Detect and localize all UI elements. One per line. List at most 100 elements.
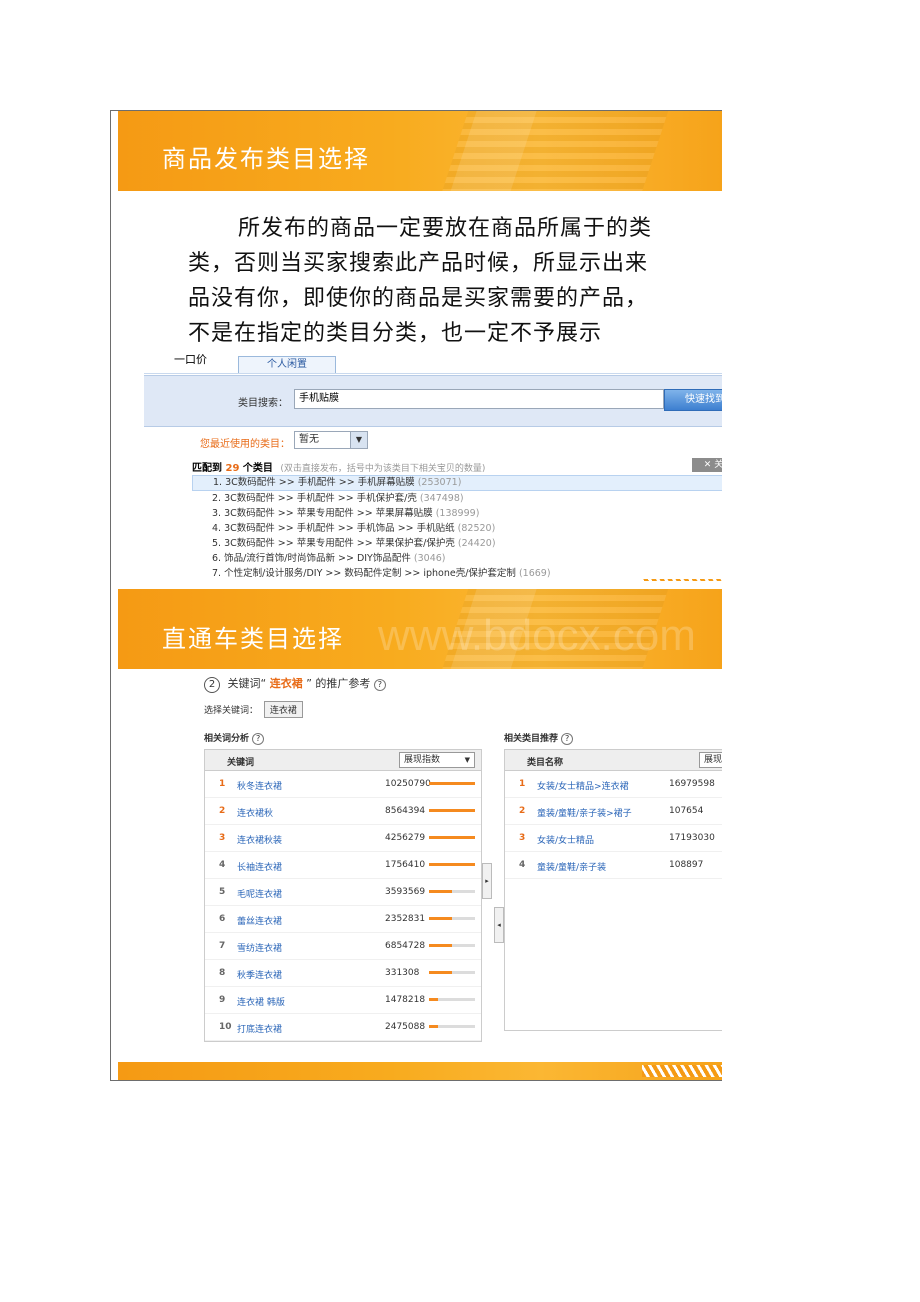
column-category: 类目名称 — [527, 758, 564, 768]
close-label: 关闭 — [714, 460, 722, 470]
category-link[interactable]: 女装/女士精品 — [537, 833, 594, 846]
category-row[interactable]: 6. 饰品/流行首饰/时尚饰品新 >> DIY饰品配件 (3046) — [192, 551, 722, 566]
tab-fixed-price[interactable]: 一口价 — [174, 351, 207, 367]
help-icon[interactable]: ? — [252, 733, 265, 745]
category-value: 107654 — [669, 806, 704, 816]
slide1-paragraph: 所发布的商品一定要放在商品所属于的类 类，否则当买家搜索此产品时候，所显示出来 … — [188, 211, 722, 351]
keyword-suffix: ” 的推广参考 — [306, 677, 371, 690]
close-button[interactable]: ✕ 关闭 — [692, 458, 722, 472]
keyword-link[interactable]: 秋季连衣裙 — [237, 968, 282, 981]
keyword-link[interactable]: 打底连衣裙 — [237, 1022, 282, 1035]
keyword-chip[interactable]: 连衣裙 — [263, 701, 303, 718]
index-bar-fill — [429, 917, 452, 920]
keyword-link[interactable]: 毛呢连衣裙 — [237, 887, 282, 900]
keyword-value: 1478218 — [385, 995, 426, 1005]
table-row[interactable]: 4 童装/童鞋/亲子装 108897 — [505, 852, 722, 879]
table-row[interactable]: 2 童装/童鞋/亲子装>裙子 107654 — [505, 798, 722, 825]
table-row[interactable]: 7 雪纺连衣裙 6854728 — [205, 933, 481, 960]
keyword-link[interactable]: 长袖连衣裙 — [237, 860, 282, 873]
recent-category-label: 您最近使用的类目： — [200, 439, 290, 450]
choose-label: 选择关键词： — [204, 706, 259, 716]
category-row[interactable]: 4. 3C数码配件 >> 手机配件 >> 手机饰品 >> 手机贴纸 (82520… — [192, 521, 722, 536]
category-picker-screenshot: 一口价 个人闲置 类目搜索： 手机贴膜 快速找到 您最近使用的类目： 暂无 ▼ … — [144, 347, 722, 579]
table-header: 类目名称 展现 — [505, 750, 722, 771]
index-bar — [429, 971, 475, 974]
category-search-bar: 类目搜索： 手机贴膜 快速找到 — [144, 375, 722, 427]
table-row[interactable]: 10 打底连衣裙 2475088 — [205, 1014, 481, 1041]
related-category-label: 相关类目推荐 — [504, 734, 559, 744]
category-row[interactable]: 3. 3C数码配件 >> 苹果专用配件 >> 苹果屏幕贴膜 (138999) — [192, 506, 722, 521]
category-link[interactable]: 童装/童鞋/亲子装>裙子 — [537, 806, 632, 819]
table-row[interactable]: 1 女装/女士精品>连衣裙 16979598 — [505, 771, 722, 798]
publish-tabs: 一口价 个人闲置 — [144, 347, 722, 374]
keyword-link[interactable]: 连衣裙秋装 — [237, 833, 282, 846]
sort-select[interactable]: 展现指数 ▼ — [399, 752, 475, 768]
category-row[interactable]: 5. 3C数码配件 >> 苹果专用配件 >> 苹果保护套/保护壳 (24420) — [192, 536, 722, 551]
table-row[interactable]: 9 连衣裙 韩版 1478218 — [205, 987, 481, 1014]
table-row[interactable]: 4 长袖连衣裙 1756410 — [205, 852, 481, 879]
keyword-value: 331308 — [385, 968, 420, 978]
slide2-footer-band — [118, 1062, 722, 1080]
category-path: 4. 3C数码配件 >> 手机配件 >> 手机饰品 >> 手机贴纸 — [212, 523, 455, 534]
match-summary: 匹配到 29 个类目 (双击直接发布，括号中为该类目下相关宝贝的数量) ✕ 关闭 — [192, 458, 722, 474]
rank: 10 — [219, 1022, 232, 1032]
category-search-input[interactable]: 手机贴膜 — [294, 389, 664, 409]
related-words-label: 相关词分析 — [204, 734, 250, 744]
keyword-link[interactable]: 秋冬连衣裙 — [237, 779, 282, 792]
category-link[interactable]: 童装/童鞋/亲子装 — [537, 860, 606, 873]
keyword-link[interactable]: 连衣裙 韩版 — [237, 995, 285, 1008]
category-path: 7. 个性定制/设计服务/DIY >> 数码配件定制 >> iphone壳/保护… — [212, 568, 516, 579]
category-count: (253071) — [417, 477, 462, 488]
category-path: 5. 3C数码配件 >> 苹果专用配件 >> 苹果保护套/保护壳 — [212, 538, 455, 549]
watermark: www.bdocx.com — [378, 611, 696, 660]
recent-category-select[interactable]: 暂无 ▼ — [294, 431, 368, 449]
keyword-prefix: 关键词“ — [227, 677, 267, 690]
column-keyword: 关键词 — [227, 758, 255, 768]
collapse-left-toggle[interactable]: ◂ — [494, 907, 504, 943]
match-hint: (双击直接发布，括号中为该类目下相关宝贝的数量) — [280, 464, 486, 474]
table-row[interactable]: 1 秋冬连衣裙 10250790 — [205, 771, 481, 798]
tab-personal-idle[interactable]: 个人闲置 — [238, 356, 336, 373]
keyword-value: 2475088 — [385, 1022, 426, 1032]
keyword-value: 8564394 — [385, 806, 426, 816]
slide-category-publish: 商品发布类目选择 所发布的商品一定要放在商品所属于的类 类，否则当买家搜索此产品… — [118, 111, 722, 581]
table-row[interactable]: 6 蕾丝连衣裙 2352831 — [205, 906, 481, 933]
category-value: 17193030 — [669, 833, 715, 843]
chevron-down-icon: ▼ — [350, 432, 367, 448]
paragraph-line: 类，否则当买家搜索此产品时候，所显示出来 — [188, 251, 649, 276]
help-icon[interactable]: ? — [561, 733, 574, 745]
help-icon[interactable]: ? — [373, 679, 386, 691]
rank: 2 — [219, 806, 226, 816]
keyword-link[interactable]: 蕾丝连衣裙 — [237, 914, 282, 927]
category-count: (347498) — [419, 493, 464, 504]
rank: 3 — [519, 833, 526, 843]
category-link[interactable]: 女装/女士精品>连衣裙 — [537, 779, 629, 792]
category-count: (24420) — [457, 538, 496, 549]
table-row[interactable]: 3 女装/女士精品 17193030 — [505, 825, 722, 852]
keyword-link[interactable]: 雪纺连衣裙 — [237, 941, 282, 954]
category-count: (3046) — [413, 553, 446, 564]
table-row[interactable]: 8 秋季连衣裙 331308 — [205, 960, 481, 987]
category-row[interactable]: 2. 3C数码配件 >> 手机配件 >> 手机保护套/壳 (347498) — [192, 491, 722, 506]
table-row[interactable]: 5 毛呢连衣裙 3593569 — [205, 879, 481, 906]
keyword-link[interactable]: 连衣裙秋 — [237, 806, 273, 819]
table-row[interactable]: 3 连衣裙秋装 4256279 — [205, 825, 481, 852]
chevron-down-icon: ▼ — [464, 756, 470, 764]
slide1-banner: 商品发布类目选择 — [118, 111, 722, 191]
rank: 8 — [219, 968, 226, 978]
keyword-value: 2352831 — [385, 914, 426, 924]
index-bar-fill — [429, 863, 475, 866]
rank: 7 — [219, 941, 226, 951]
table-header: 关键词 展现指数 ▼ — [205, 750, 481, 771]
category-row[interactable]: 1. 3C数码配件 >> 手机配件 >> 手机屏幕贴膜 (253071) — [192, 475, 722, 491]
keyword-value: 1756410 — [385, 860, 426, 870]
sort-select-value: 展现指数 — [404, 755, 441, 765]
sort-select[interactable]: 展现 — [699, 752, 722, 768]
index-bar — [429, 917, 475, 920]
category-value: 108897 — [669, 860, 704, 870]
match-count: 29 — [225, 463, 240, 474]
quick-find-button[interactable]: 快速找到 — [664, 389, 722, 411]
category-rows: 1 女装/女士精品>连衣裙 16979598 2 童装/童鞋/亲子装>裙子 107654 3… — [505, 771, 722, 879]
collapse-right-toggle[interactable]: ▸ — [482, 863, 492, 899]
table-row[interactable]: 2 连衣裙秋 8564394 — [205, 798, 481, 825]
